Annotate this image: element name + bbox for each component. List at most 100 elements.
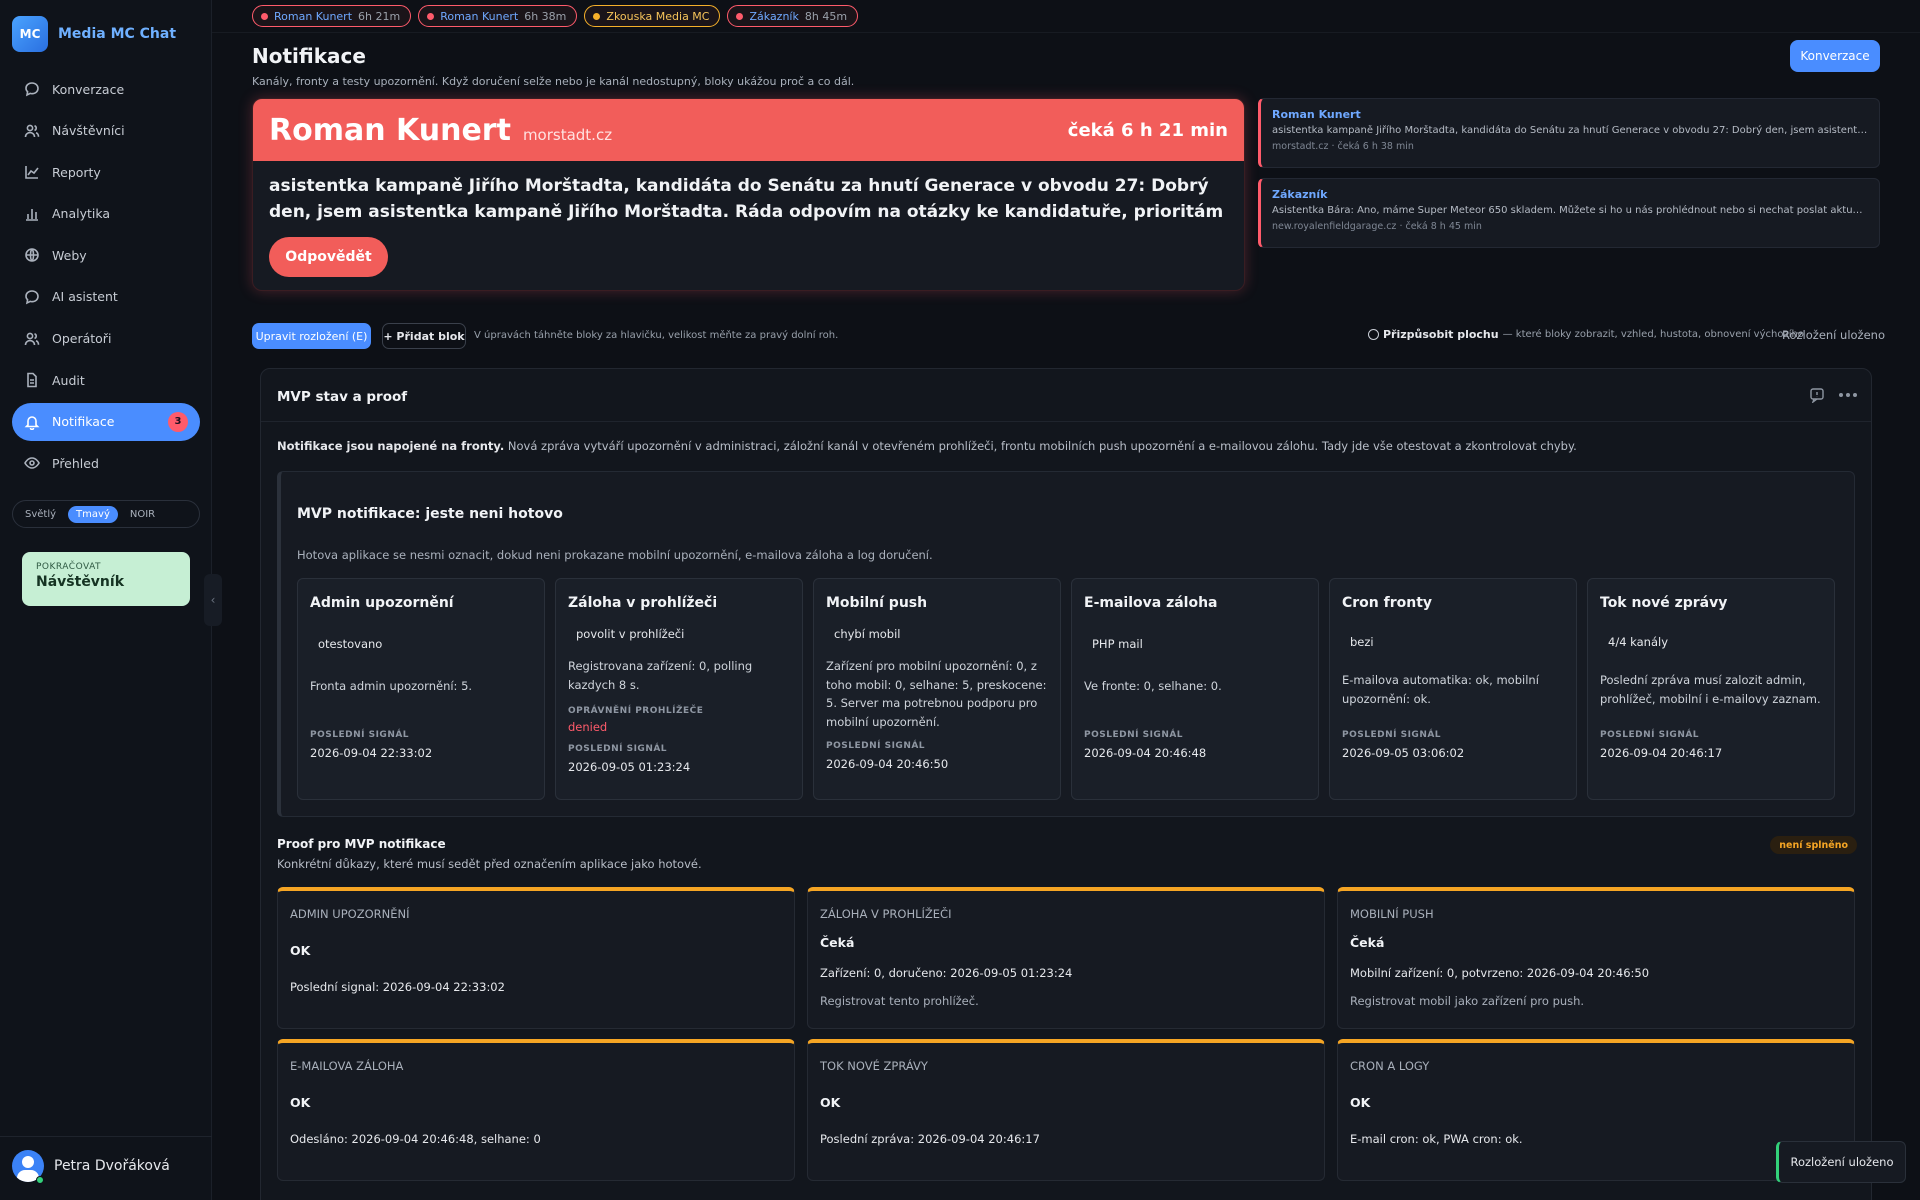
sidebar-item-ai-asistent[interactable]: AI asistent [12,278,200,316]
online-status-dot [36,1176,44,1184]
sidebar-item-weby[interactable]: Weby [12,236,200,274]
customize-description: — které bloky zobrazit, vzhled, hustota,… [1502,329,1804,340]
sidebar: MC Media MC Chat Konverzace Návštěvníci … [0,0,212,1200]
sidebar-item-label: Operátoři [52,331,112,347]
sidebar-item-label: Notifikace [52,414,115,430]
tile-last-signal-label: POSLEDNÍ SIGNÁL [310,729,410,740]
sidebar-item-label: Analytika [52,206,111,222]
user-name: Petra Dvořáková [54,1158,170,1174]
sidebar-item-navstevnici[interactable]: Návštěvníci [12,112,200,150]
theme-option-noir[interactable]: NOIR [122,506,163,523]
waiting-alert-card: Roman Kunert morstadt.cz čeká 6 h 21 min… [252,98,1245,291]
layout-saved-status: Rozložení uloženo [1782,328,1885,342]
app-name: Media MC Chat [58,26,177,42]
status-dot [593,12,601,20]
queue-item-name: Roman Kunert [1272,108,1361,121]
waiting-chip[interactable]: Zkouska Media MC [584,5,721,27]
tile-status: povolit v prohlížeči [576,627,685,641]
proof-card-detail: Mobilní zařízení: 0, potvrzeno: 2026-09-… [1350,966,1650,980]
queue-item-name: Zákazník [1272,188,1328,201]
users-icon [24,124,40,137]
tile-status: 4/4 kanály [1608,635,1669,649]
waiting-chip[interactable]: Zákazník 8h 45m [727,5,859,27]
panel-note: Notifikace jsou napojené na fronty. Nová… [277,439,1577,453]
proof-card-detail: Poslední signal: 2026-09-04 22:33:02 [290,980,505,994]
sidebar-item-reporty[interactable]: Reporty [12,153,200,191]
waiting-chip[interactable]: Roman Kunert 6h 21m [252,5,412,27]
users-icon [24,332,40,345]
panel-title: MVP stav a proof [277,389,408,405]
sidebar-item-operatori[interactable]: Operátoři [12,320,200,358]
proof-card-status: Čeká [1350,935,1385,950]
tile-title: E-mailova záloha [1084,595,1218,611]
status-dot [427,12,435,20]
continue-card[interactable]: POKRAČOVAT Návštěvník [22,552,190,606]
wait-time: čeká 6 h 21 min [1067,119,1228,141]
add-block-button[interactable]: + Přidat blok [382,323,466,349]
proof-card-status: OK [1350,1095,1371,1110]
continue-kicker: POKRAČOVAT [36,562,102,572]
channel-tile-mobile-push: Mobilní push chybí mobil Zařízení pro mo… [813,578,1061,800]
register-browser-link[interactable]: Registrovat tento prohlížeč. [820,994,1312,1008]
tile-last-signal-label: POSLEDNÍ SIGNÁL [826,741,926,751]
tile-title: Tok nové zprávy [1600,595,1728,611]
channel-tile-admin: Admin upozornění otestovano Fronta admin… [297,578,545,800]
proof-card-title: TOK NOVÉ ZPRÁVY [820,1059,928,1073]
tile-last-signal-value: 2026-09-04 22:33:02 [310,745,433,760]
panel-actions [1809,387,1859,403]
sidebar-item-prehled[interactable]: Přehled [12,444,200,482]
more-options-icon[interactable] [1837,387,1859,403]
proof-card-title: E-MAILOVA ZÁLOHA [290,1059,404,1073]
proof-card-detail: Poslední zpráva: 2026-09-04 20:46:17 [820,1132,1040,1146]
customize-label: Přizpůsobit plochu [1383,328,1499,341]
proof-card-title: MOBILNÍ PUSH [1350,907,1434,921]
tile-status: chybí mobil [834,627,901,641]
channel-tile-browser: Záloha v prohlížeči povolit v prohlížeči… [555,578,803,800]
visitor-name: Roman Kunert [269,112,511,148]
queue-item[interactable]: Zákazník Asistentka Bára: Ano, máme Supe… [1258,178,1880,248]
theme-switch: Světlý Tmavý NOIR [12,500,200,528]
waiting-chip[interactable]: Roman Kunert 6h 38m [418,5,578,27]
comment-icon[interactable] [1809,387,1825,403]
tile-status: PHP mail [1092,637,1143,651]
queue-item-message: asistentka kampaně Jiřího Morštadta, kan… [1272,125,1868,136]
proof-card-message-flow: TOK NOVÉ ZPRÁVY OK Poslední zpráva: 2026… [807,1039,1325,1181]
chip-name: Zákazník [749,9,799,23]
theme-option-light[interactable]: Světlý [17,506,64,523]
browser-permission-label: OPRÁVNĚNÍ PROHLÍŽEČE [568,706,704,716]
brand[interactable]: MC Media MC Chat [12,16,176,52]
queue-item[interactable]: Roman Kunert asistentka kampaně Jiřího M… [1258,98,1880,168]
tile-text: E-mailova automatika: ok, mobilní upozor… [1342,673,1539,706]
tile-text: Poslední zpráva musí zalozit admin, proh… [1600,673,1821,706]
panel-note-bold: Notifikace jsou napojené na fronty. [277,439,505,453]
page-subtitle: Kanály, fronty a testy upozornění. Když … [252,75,855,88]
chip-name: Roman Kunert [440,9,519,23]
conversations-button[interactable]: Konverzace [1790,40,1880,72]
chip-time: 6h 38m [524,9,567,23]
sidebar-collapse-button[interactable]: ‹ [204,574,222,626]
tile-last-signal-value: 2026-09-04 20:46:50 [826,757,949,771]
chip-time: 6h 21m [358,9,401,23]
tile-last-signal-label: POSLEDNÍ SIGNÁL [1600,730,1700,740]
theme-option-dark[interactable]: Tmavý [68,505,118,523]
sidebar-item-notifikace[interactable]: Notifikace 3 [12,402,200,441]
tile-last-signal-value: 2026-09-04 20:46:17 [1600,746,1723,760]
reply-button[interactable]: Odpovědět [269,237,388,277]
register-mobile-link[interactable]: Registrovat mobil jako zařízení pro push… [1350,994,1842,1008]
toast-notification: Rozložení uloženo [1776,1141,1906,1183]
sidebar-item-audit[interactable]: Audit [12,361,200,399]
sidebar-item-label: Audit [52,372,85,388]
customize-workspace-link[interactable]: Přizpůsobit plochu — které bloky zobrazi… [1368,328,1804,341]
gear-icon [1368,329,1379,340]
proof-card-detail: Zařízení: 0, doručeno: 2026-09-05 01:23:… [820,966,1073,980]
browser-permission-value: denied [568,720,608,734]
channel-tile-email: E-mailova záloha PHP mail Ve fronte: 0, … [1071,578,1319,800]
sidebar-item-konverzace[interactable]: Konverzace [12,70,200,108]
proof-subtitle: Konkrétní důkazy, které musí sedět před … [277,857,702,871]
edit-layout-button[interactable]: Upravit rozložení (E) [252,323,371,349]
tile-last-signal-value: 2026-09-05 03:06:02 [1342,746,1465,760]
sidebar-item-analytika[interactable]: Analytika [12,195,200,233]
queue-item-meta: morstadt.cz · čeká 6 h 38 min [1272,141,1414,152]
alert-message: asistentka kampaně Jiřího Morštadta, kan… [269,176,1224,222]
layout-hint: V úpravách táhněte bloky za hlavičku, ve… [474,330,839,341]
